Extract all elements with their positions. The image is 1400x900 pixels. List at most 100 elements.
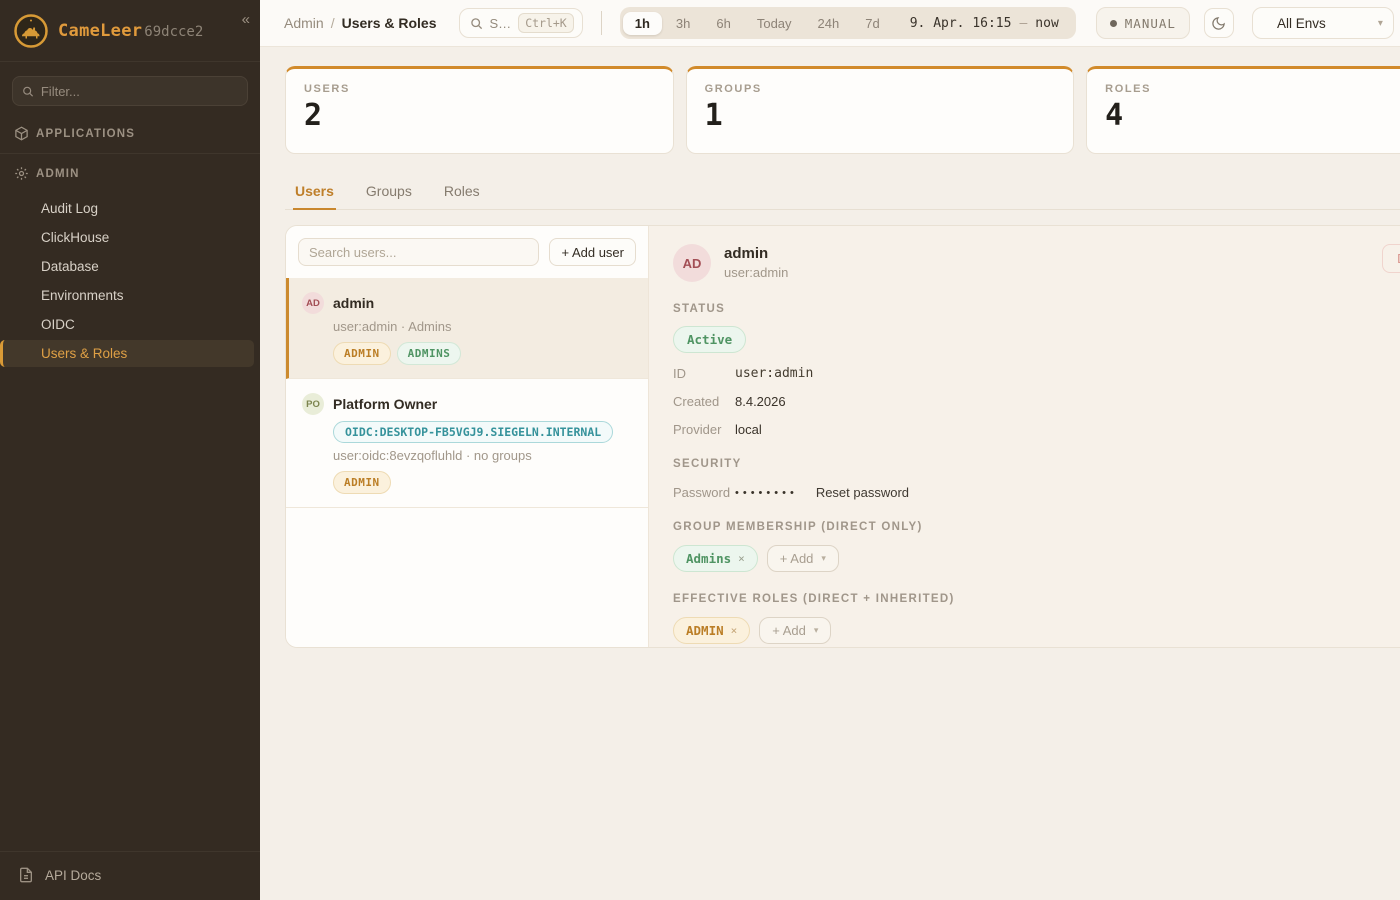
moon-icon xyxy=(1211,16,1226,31)
tabs-row: Users Groups Roles xyxy=(285,175,1400,210)
password-row: Password •••••••• Reset password xyxy=(673,485,1400,500)
group-membership-header: GROUP MEMBERSHIP (DIRECT ONLY) xyxy=(673,521,1400,533)
user-list-item-admin[interactable]: AD admin user:admin · Admins ADMIN ADMIN… xyxy=(286,278,648,379)
group-badge: ADMINS xyxy=(397,342,462,365)
sidebar-item-audit-log[interactable]: Audit Log xyxy=(0,195,254,222)
search-users-input[interactable] xyxy=(298,238,539,266)
field-row-id: ID user:admin xyxy=(673,366,1400,381)
search-shortcut-kbd: Ctrl+K xyxy=(518,13,574,33)
add-role-button[interactable]: + Add ▾ xyxy=(759,617,831,644)
app-title: CameLeer69dcce2 xyxy=(58,21,203,41)
tab-users[interactable]: Users xyxy=(293,175,336,210)
main-area: Admin / Users & Roles S… Ctrl+K 1h 3h 6h… xyxy=(260,0,1400,900)
field-value: user:admin xyxy=(735,366,813,381)
effective-roles-header: EFFECTIVE ROLES (DIRECT + INHERITED) xyxy=(673,593,1400,605)
time-to: now xyxy=(1035,16,1058,31)
sidebar-item-oidc[interactable]: OIDC xyxy=(0,311,254,338)
time-range-display[interactable]: 9. Apr. 16:15 — now xyxy=(894,16,1073,31)
sidebar-item-database[interactable]: Database xyxy=(0,253,254,280)
remove-chip-icon[interactable]: × xyxy=(738,552,745,565)
sidebar-collapse-icon[interactable]: « xyxy=(242,12,250,27)
content-area: USERS 2 GROUPS 1 ROLES 4 Users Groups Ro… xyxy=(260,47,1400,900)
chevron-down-icon: ▾ xyxy=(821,553,826,564)
avatar: AD xyxy=(302,292,324,314)
stat-value: 2 xyxy=(304,98,655,133)
detail-header: AD admin user:admin Delete xyxy=(673,244,1400,282)
add-label: + Add xyxy=(780,551,814,566)
user-item-header: PO Platform Owner xyxy=(302,393,634,415)
add-user-button[interactable]: + Add user xyxy=(549,238,636,266)
password-label: Password xyxy=(673,485,735,500)
sidebar-section-label: ADMIN xyxy=(36,168,80,180)
stat-card-roles: ROLES 4 xyxy=(1086,66,1400,154)
cameleer-logo-icon xyxy=(14,14,48,48)
theme-toggle-button[interactable] xyxy=(1204,8,1234,38)
delete-user-button[interactable]: Delete xyxy=(1382,244,1400,273)
user-detail-panel: AD admin user:admin Delete STATUS Active… xyxy=(649,226,1400,647)
group-chip-admins: Admins × xyxy=(673,545,758,572)
user-badges: ADMIN xyxy=(333,471,634,494)
time-range-24h[interactable]: 24h xyxy=(806,12,852,35)
breadcrumb-parent[interactable]: Admin xyxy=(284,15,324,31)
remove-chip-icon[interactable]: × xyxy=(731,624,738,637)
sidebar-header: CameLeer69dcce2 « xyxy=(0,0,260,62)
role-badge: ADMIN xyxy=(333,342,391,365)
time-range-3h[interactable]: 3h xyxy=(664,12,702,35)
time-range-today[interactable]: Today xyxy=(745,12,804,35)
reset-password-link[interactable]: Reset password xyxy=(816,485,909,500)
breadcrumb: Admin / Users & Roles xyxy=(284,15,437,31)
app-name: CameLeer xyxy=(58,21,142,41)
time-dash: — xyxy=(1019,16,1027,31)
tab-roles[interactable]: Roles xyxy=(442,175,482,209)
detail-user-id: user:admin xyxy=(724,265,788,280)
breadcrumb-current: Users & Roles xyxy=(342,15,437,31)
global-search-button[interactable]: S… Ctrl+K xyxy=(459,8,583,38)
sidebar-section-applications[interactable]: APPLICATIONS xyxy=(0,116,260,149)
time-range-segmented: 1h 3h 6h Today 24h 7d 9. Apr. 16:15 — no… xyxy=(620,7,1076,39)
time-range-1h[interactable]: 1h xyxy=(623,12,662,35)
breadcrumb-separator: / xyxy=(331,15,335,31)
time-range-6h[interactable]: 6h xyxy=(704,12,742,35)
field-label: ID xyxy=(673,366,735,381)
role-chip-admin: ADMIN × xyxy=(673,617,750,644)
user-list-item-platform-owner[interactable]: PO Platform Owner OIDC:DESKTOP-FB5VGJ9.S… xyxy=(286,379,648,508)
user-badges: ADMIN ADMINS xyxy=(333,342,634,365)
api-docs-label: API Docs xyxy=(45,868,101,883)
field-label: Created xyxy=(673,394,735,409)
detail-user-name: admin xyxy=(724,245,788,262)
sidebar-filter-wrap xyxy=(0,62,260,116)
user-item-header: AD admin xyxy=(302,292,634,314)
users-panel: + Add user AD admin user:admin · Admins … xyxy=(285,225,1400,648)
stat-card-groups: GROUPS 1 xyxy=(686,66,1075,154)
chevron-down-icon: ▾ xyxy=(814,625,819,636)
user-subtitle: user:oidc:8evzqofluhld · no groups xyxy=(333,448,634,463)
time-range-7d[interactable]: 7d xyxy=(853,12,891,35)
add-group-button[interactable]: + Add ▾ xyxy=(767,545,839,572)
stat-label: ROLES xyxy=(1105,83,1400,95)
refresh-mode-label: MANUAL xyxy=(1125,16,1176,31)
topbar: Admin / Users & Roles S… Ctrl+K 1h 3h 6h… xyxy=(260,0,1400,47)
sidebar-api-docs[interactable]: API Docs xyxy=(0,851,260,900)
password-masked-value: •••••••• xyxy=(735,487,798,499)
user-name: admin xyxy=(333,295,374,311)
environment-select[interactable]: All Envs ▾ xyxy=(1252,7,1394,39)
sidebar-item-clickhouse[interactable]: ClickHouse xyxy=(0,224,254,251)
build-id: 69dcce2 xyxy=(144,24,203,40)
stat-label: USERS xyxy=(304,83,655,95)
sidebar-filter-input[interactable] xyxy=(41,84,238,99)
stat-value: 4 xyxy=(1105,98,1400,133)
oidc-badge-row: OIDC:DESKTOP-FB5VGJ9.SIEGELN.INTERNAL xyxy=(333,421,634,443)
sidebar-item-users-roles[interactable]: Users & Roles xyxy=(0,340,254,367)
sidebar-section-admin[interactable]: ADMIN xyxy=(0,156,260,189)
security-section-header: SECURITY xyxy=(673,458,1400,470)
search-icon xyxy=(22,85,34,98)
refresh-status-dot xyxy=(1110,20,1117,27)
refresh-mode-button[interactable]: MANUAL xyxy=(1096,7,1190,39)
sidebar-item-environments[interactable]: Environments xyxy=(0,282,254,309)
tab-groups[interactable]: Groups xyxy=(364,175,414,209)
chip-label: Admins xyxy=(686,551,731,566)
sidebar-filter[interactable] xyxy=(12,76,248,106)
status-section-header: STATUS xyxy=(673,303,1400,315)
document-icon xyxy=(18,867,34,883)
stat-value: 1 xyxy=(705,98,1056,133)
